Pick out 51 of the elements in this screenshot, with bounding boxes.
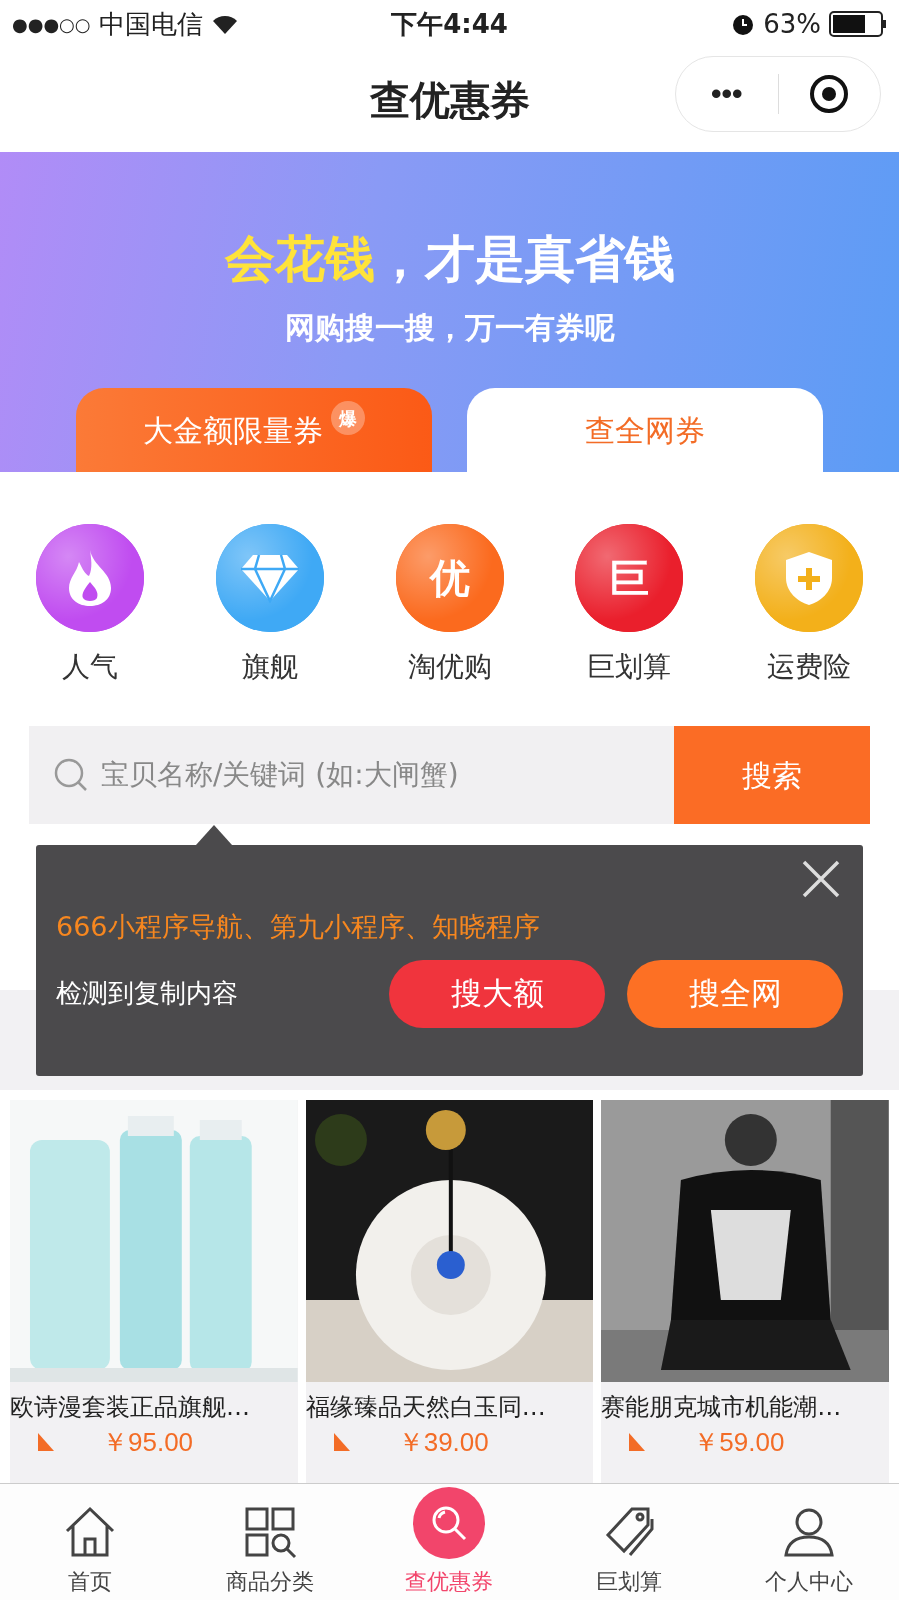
tab-label: 个人中心: [765, 1568, 854, 1596]
icon-glyph: 优: [429, 558, 470, 598]
product-price: ￥39.00: [397, 1426, 489, 1458]
tab-label: 首页: [67, 1568, 112, 1596]
wifi-icon: [210, 13, 239, 35]
page-title: 查优惠券: [369, 76, 530, 125]
battery-percent: 63%: [763, 7, 821, 41]
search-field[interactable]: 宝贝名称/关键词 (如:大闸蟹): [29, 726, 674, 824]
clock-time: 下午4:44: [391, 7, 508, 41]
tab-label: 查优惠券: [405, 1568, 494, 1596]
product-card[interactable]: 赛能朋克城市机能潮… ￥59.00: [601, 1100, 889, 1483]
carrier-name: 中国电信: [98, 7, 203, 41]
shortcut-label[interactable]: 运费险: [767, 646, 851, 688]
target-icon: [809, 74, 850, 114]
copied-text: 666小程序导航、第九小程序、知晓程序: [56, 910, 541, 944]
search-icon: [53, 757, 89, 793]
search-input[interactable]: 宝贝名称/关键词 (如:大闸蟹): [101, 754, 650, 796]
signal-strength: ●●●○○: [12, 12, 91, 37]
tab-bar-item[interactable]: 巨划算: [539, 1484, 720, 1600]
product-price: ￥59.00: [693, 1426, 785, 1458]
tab-bar-item[interactable]: 商品分类: [179, 1484, 360, 1600]
tab-bar-item[interactable]: 查优惠券: [359, 1484, 540, 1600]
shortcut-label[interactable]: 巨划算: [587, 646, 672, 688]
hot-badge: 爆: [331, 401, 365, 435]
price-flag-icon: [629, 1433, 646, 1451]
popup-search-button[interactable]: 搜大额: [389, 959, 605, 1028]
product-title: 福缘臻品天然白玉同…: [305, 1392, 547, 1423]
product-title: 欧诗漫套装正品旗舰…: [10, 1392, 251, 1423]
battery-icon: [829, 11, 887, 37]
price-flag-icon: [38, 1433, 54, 1451]
product-price: ￥95.00: [102, 1426, 194, 1458]
headline: ，才是真省钱: [374, 229, 675, 290]
banner-subtitle: 网购搜一搜，万一有券呢: [284, 309, 615, 347]
headline-highlight: 会花钱: [224, 229, 375, 290]
product-card[interactable]: 福缘臻品天然白玉同… ￥39.00: [305, 1100, 594, 1483]
close-icon: [802, 860, 840, 898]
more-button[interactable]: •••: [676, 79, 778, 109]
tab-label: 巨划算: [596, 1568, 663, 1596]
alarm-icon: [731, 12, 756, 36]
price-flag-icon: [333, 1433, 350, 1451]
shortcut-label[interactable]: 淘优购: [407, 646, 492, 688]
tab-label: 商品分类: [225, 1568, 314, 1596]
product-title: 赛能朋克城市机能潮…: [601, 1392, 843, 1423]
icon-glyph: 巨: [609, 558, 650, 598]
shortcut-icon[interactable]: 巨: [575, 524, 684, 632]
product-card[interactable]: 欧诗漫套装正品旗舰… ￥95.00: [10, 1100, 298, 1483]
shortcut-label[interactable]: 人气: [62, 646, 118, 688]
tab-bar-item[interactable]: 个人中心: [719, 1484, 899, 1600]
shortcut-label[interactable]: 旗舰: [241, 646, 298, 688]
popup-message: 检测到复制内容: [56, 977, 238, 1010]
tab-bar-item[interactable]: 首页: [0, 1484, 180, 1600]
